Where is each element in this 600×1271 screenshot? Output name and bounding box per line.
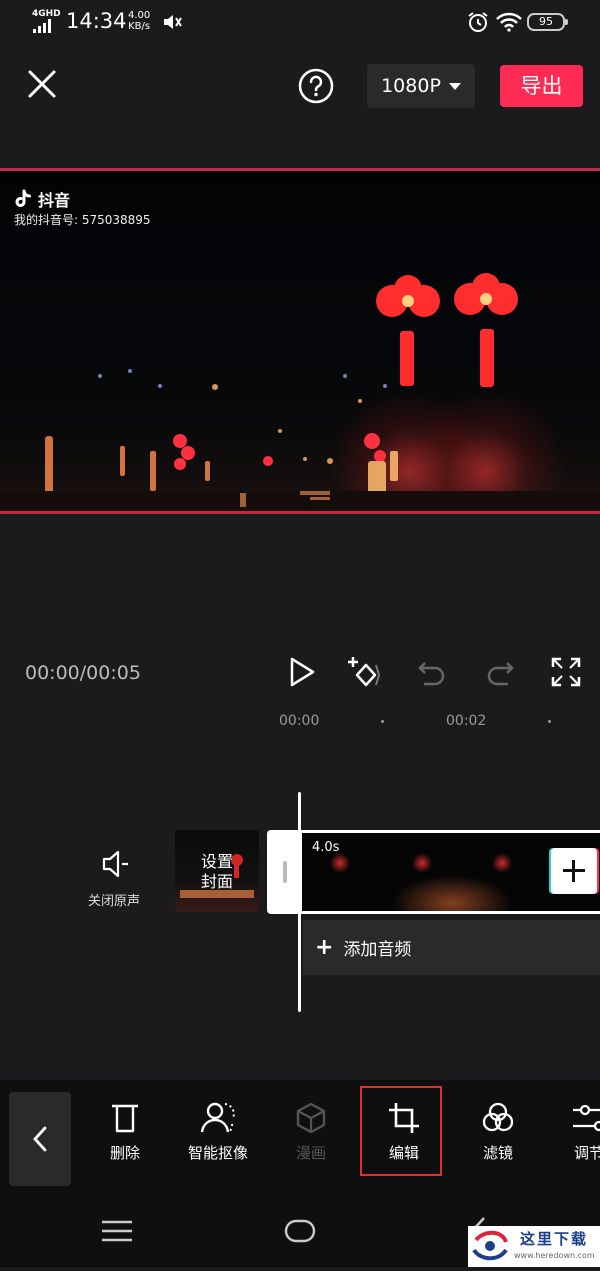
adjust-icon xyxy=(573,1104,600,1132)
tool-comic[interactable]: 漫画 xyxy=(273,1100,349,1176)
alarm-icon xyxy=(468,12,488,32)
redo-icon[interactable] xyxy=(482,655,516,689)
speaker-mute-icon[interactable] xyxy=(100,848,132,880)
status-time: 14:34 xyxy=(66,9,127,33)
network-type: 4GHD xyxy=(32,9,61,19)
highlight-box xyxy=(360,1086,442,1176)
chevron-left-icon xyxy=(33,1126,47,1152)
speed-value: 4.00 xyxy=(128,10,151,21)
add-audio-label: 添加音频 xyxy=(343,940,412,960)
keyframe-icon[interactable] xyxy=(346,655,380,689)
timeline-tick: 00:00 xyxy=(279,713,320,729)
timeline-dot xyxy=(548,720,551,723)
signal-icon xyxy=(33,19,51,33)
playback-timecode: 00:00/00:05 xyxy=(25,662,141,684)
tool-label: 智能抠像 xyxy=(187,1144,248,1162)
video-preview[interactable]: 抖音 我的抖音号: 575038895 xyxy=(0,168,600,514)
timeline-tick: 00:02 xyxy=(446,713,487,729)
add-audio-button[interactable]: + 添加音频 xyxy=(303,920,600,975)
play-icon[interactable] xyxy=(285,655,319,689)
clip-duration: 4.0s xyxy=(312,840,340,855)
fullscreen-icon[interactable] xyxy=(549,655,583,689)
export-button[interactable]: 导出 xyxy=(500,65,583,107)
network-speed: 4.00 KB/s xyxy=(128,10,150,32)
tool-label: 滤镜 xyxy=(482,1144,513,1162)
comic-icon xyxy=(296,1102,326,1134)
undo-icon[interactable] xyxy=(416,655,450,689)
mute-original-label[interactable]: 关闭原声 xyxy=(88,890,140,909)
wifi-icon xyxy=(496,12,522,32)
playhead[interactable] xyxy=(298,792,301,1012)
tool-label: 删除 xyxy=(109,1144,140,1162)
tool-smart-cutout[interactable]: 智能抠像 xyxy=(180,1100,256,1176)
watermark-account-id: 我的抖音号: 575038895 xyxy=(14,213,151,227)
site-watermark-url: www.heredown.com xyxy=(514,1251,595,1260)
site-logo-icon xyxy=(472,1230,508,1261)
tool-label: 漫画 xyxy=(295,1144,326,1162)
close-icon[interactable] xyxy=(22,64,62,104)
tool-label: 调节 xyxy=(574,1144,600,1162)
caret-down-icon xyxy=(448,82,461,90)
set-cover-label[interactable]: 设置 封面 xyxy=(175,852,259,892)
resolution-dropdown[interactable]: 1080P xyxy=(367,64,475,108)
volume-mute-icon xyxy=(164,15,182,29)
speed-unit: KB/s xyxy=(128,21,151,32)
menu-icon[interactable] xyxy=(101,1220,133,1242)
timeline-dot xyxy=(381,720,384,723)
watermark-app-name: 抖音 xyxy=(38,191,71,210)
filter-icon xyxy=(482,1102,514,1132)
delete-icon xyxy=(112,1104,138,1133)
tool-adjust[interactable]: 调节 xyxy=(553,1100,600,1176)
add-clip-button[interactable] xyxy=(551,848,597,894)
smart-cutout-icon xyxy=(200,1102,235,1133)
plus-icon: + xyxy=(315,934,334,960)
douyin-logo-icon xyxy=(15,189,31,207)
battery-icon: 95 xyxy=(527,13,568,31)
cover-label-line1: 设置 xyxy=(200,852,233,871)
home-icon[interactable] xyxy=(284,1219,316,1243)
help-icon[interactable] xyxy=(297,67,335,105)
tool-delete[interactable]: 删除 xyxy=(87,1100,163,1176)
site-watermark-text: 这里下载 xyxy=(520,1230,589,1248)
tool-filter[interactable]: 滤镜 xyxy=(460,1100,536,1176)
resolution-value: 1080P xyxy=(381,75,441,97)
cover-label-line2: 封面 xyxy=(200,872,233,891)
toolbar-back-button[interactable] xyxy=(9,1092,71,1186)
douyin-watermark: 抖音 xyxy=(12,187,70,211)
